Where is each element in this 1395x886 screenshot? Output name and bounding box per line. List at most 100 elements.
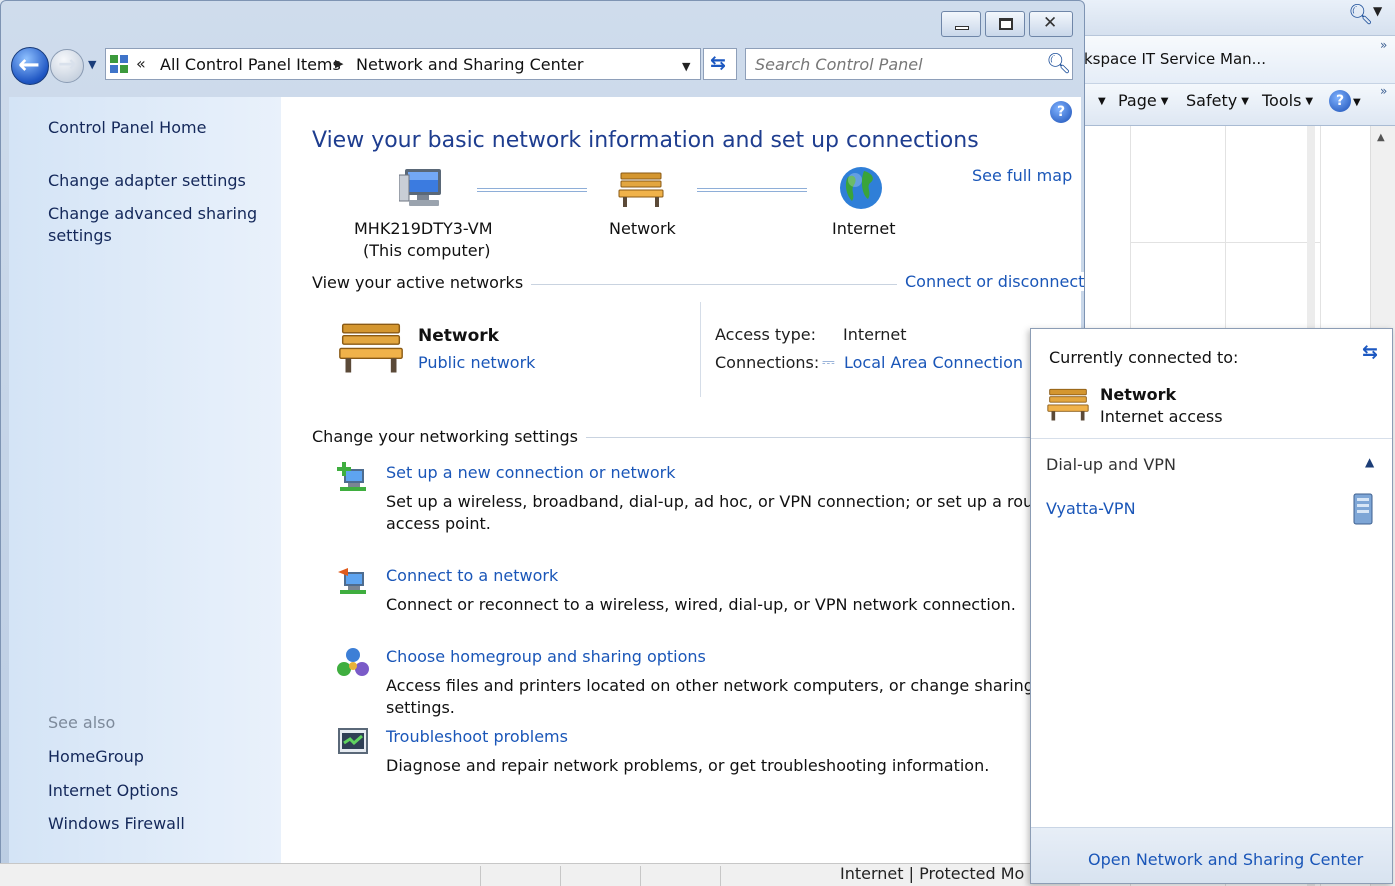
grid-line (1130, 242, 1320, 243)
windows-firewall-link[interactable]: Windows Firewall (48, 813, 185, 835)
refresh-button[interactable]: ⇆ (703, 48, 737, 80)
ie-page-label: Page (1118, 91, 1157, 110)
internet-options-link[interactable]: Internet Options (48, 780, 178, 802)
ie-page-menu[interactable]: Page ▼ (1118, 91, 1168, 110)
map-connector-line (477, 188, 587, 192)
breadcrumb-all-control-panel-items[interactable]: All Control Panel Items (160, 55, 341, 74)
bench-icon (339, 323, 403, 373)
window-controls: ✕ (941, 11, 1073, 39)
ie-status-bar: Internet | Protected Mo (0, 863, 1080, 886)
connect-or-disconnect-link[interactable]: Connect or disconnect (897, 272, 1085, 291)
network-sharing-center-window: ✕ ← → ▼ « All Control Panel Items ▶ Netw… (0, 0, 1085, 880)
ie-tab-title[interactable]: kspace IT Service Man... (1084, 50, 1266, 68)
close-icon: ✕ (1043, 13, 1058, 33)
troubleshoot-icon[interactable] (336, 725, 370, 759)
ie-extra-menu-caret[interactable]: ▼ (1094, 91, 1106, 110)
ie-safety-menu[interactable]: Safety ▼ (1186, 91, 1249, 110)
map-connector-line (697, 188, 807, 192)
address-overflow-chevron[interactable]: « (136, 54, 146, 73)
status-divider (720, 866, 721, 886)
back-button[interactable]: ← (11, 47, 49, 85)
open-network-center-link[interactable]: Open Network and Sharing Center (1088, 850, 1363, 869)
globe-icon[interactable] (838, 165, 884, 211)
network-flyout: Currently connected to: ⇆ Network Intern… (1030, 328, 1393, 884)
setup-connection-link[interactable]: Set up a new connection or network (386, 463, 675, 482)
chevron-right-icon[interactable]: » (1380, 84, 1387, 98)
help-icon[interactable]: ? (1050, 101, 1072, 123)
network-map-label: Network (609, 219, 676, 238)
minimize-button[interactable] (941, 11, 981, 37)
networking-settings-heading: Change your networking settings (312, 427, 587, 446)
address-bar[interactable]: « All Control Panel Items ▶ Network and … (105, 48, 701, 80)
change-adapter-settings-link[interactable]: Change adapter settings (48, 170, 246, 192)
maximize-icon (999, 18, 1013, 30)
homegroup-link[interactable]: HomeGroup (48, 746, 144, 768)
ie-zone-status[interactable]: Internet | Protected Mo (840, 864, 1024, 883)
vertical-divider (700, 302, 701, 397)
search-icon[interactable]: 🔍︎ (1046, 51, 1071, 75)
breadcrumb-network-sharing-center[interactable]: Network and Sharing Center (356, 55, 583, 74)
this-computer-label: (This computer) (363, 241, 491, 260)
address-dropdown-icon[interactable]: ▼ (682, 60, 690, 73)
chevron-down-icon[interactable]: ▼ (1373, 4, 1382, 18)
refresh-icon[interactable]: ⇆ (1362, 341, 1378, 363)
homegroup-sharing-link[interactable]: Choose homegroup and sharing options (386, 647, 706, 666)
minimize-icon (955, 26, 969, 30)
ethernet-plug-icon: ⎓ (822, 352, 835, 371)
computer-name-label: MHK219DTY3-VM (354, 219, 493, 238)
navigation-bar: ← → ▼ « All Control Panel Items ▶ Networ… (1, 43, 1086, 87)
flyout-footer: Open Network and Sharing Center (1031, 827, 1392, 883)
new-connection-icon[interactable] (336, 461, 370, 495)
forward-button[interactable]: → (50, 49, 84, 83)
homegroup-icon[interactable] (336, 646, 370, 680)
ie-help-icon[interactable]: ? (1329, 90, 1351, 112)
ie-tools-label: Tools (1262, 91, 1302, 110)
connections-label: Connections: (715, 353, 820, 372)
dialup-vpn-heading[interactable]: Dial-up and VPN (1046, 455, 1176, 474)
active-network-name: Network (418, 326, 499, 346)
connect-to-network-description: Connect or reconnect to a wireless, wire… (386, 595, 1016, 614)
ie-safety-label: Safety (1186, 91, 1238, 110)
control-panel-home-link[interactable]: Control Panel Home (48, 117, 206, 139)
homegroup-sharing-description: Access files and printers located on oth… (386, 676, 1034, 717)
connect-network-icon[interactable] (336, 564, 370, 598)
vpn-server-icon (1353, 493, 1373, 525)
active-networks-heading: View your active networks (312, 273, 532, 292)
vpn-connection-item[interactable]: Vyatta-VPN (1031, 489, 1392, 525)
change-advanced-sharing-link[interactable]: Change advanced sharing settings (48, 203, 258, 247)
see-full-map-link[interactable]: See full map (972, 166, 1072, 185)
connect-to-network-link[interactable]: Connect to a network (386, 566, 558, 585)
recent-pages-dropdown[interactable]: ▼ (88, 58, 96, 71)
search-box: 🔍︎ (745, 48, 1073, 80)
refresh-icon: ⇆ (710, 52, 726, 74)
status-divider (480, 866, 481, 886)
troubleshoot-description: Diagnose and repair network problems, or… (386, 756, 990, 775)
connected-network-name: Network (1100, 385, 1177, 404)
bench-icon[interactable] (617, 169, 665, 209)
vpn-connection-name[interactable]: Vyatta-VPN (1046, 499, 1136, 518)
access-type-label: Access type: (715, 325, 816, 344)
navigation-pane: Control Panel Home Change adapter settin… (9, 97, 281, 864)
setup-connection-description: Set up a wireless, broadband, dial-up, a… (386, 492, 1078, 533)
scroll-up-icon[interactable]: ▲ (1377, 132, 1385, 143)
close-button[interactable]: ✕ (1029, 11, 1073, 37)
chevron-right-icon[interactable]: » (1380, 38, 1387, 52)
troubleshoot-link[interactable]: Troubleshoot problems (386, 727, 568, 746)
back-arrow-icon: ← (18, 50, 40, 80)
search-input[interactable] (747, 50, 1037, 78)
ie-top-bar: 🔍︎ ▼ (1080, 0, 1395, 36)
chevron-down-icon[interactable]: ▼ (1353, 97, 1361, 108)
ie-tools-menu[interactable]: Tools ▼ (1262, 91, 1313, 110)
local-area-connection-link[interactable]: Local Area Connection (844, 353, 1023, 372)
flyout-title: Currently connected to: (1049, 348, 1239, 367)
see-also-heading: See also (48, 713, 116, 732)
ie-search-icon[interactable]: 🔍︎ (1348, 2, 1373, 26)
chevron-up-icon[interactable]: ▲ (1365, 455, 1374, 469)
flyout-header: Currently connected to: ⇆ Network Intern… (1031, 329, 1392, 439)
network-location-link[interactable]: Public network (418, 353, 535, 372)
maximize-button[interactable] (985, 11, 1025, 37)
computer-icon[interactable] (399, 167, 445, 211)
connected-network-status: Internet access (1100, 407, 1223, 426)
access-type-value: Internet (843, 325, 907, 344)
breadcrumb-separator-icon[interactable]: ▶ (335, 57, 343, 70)
